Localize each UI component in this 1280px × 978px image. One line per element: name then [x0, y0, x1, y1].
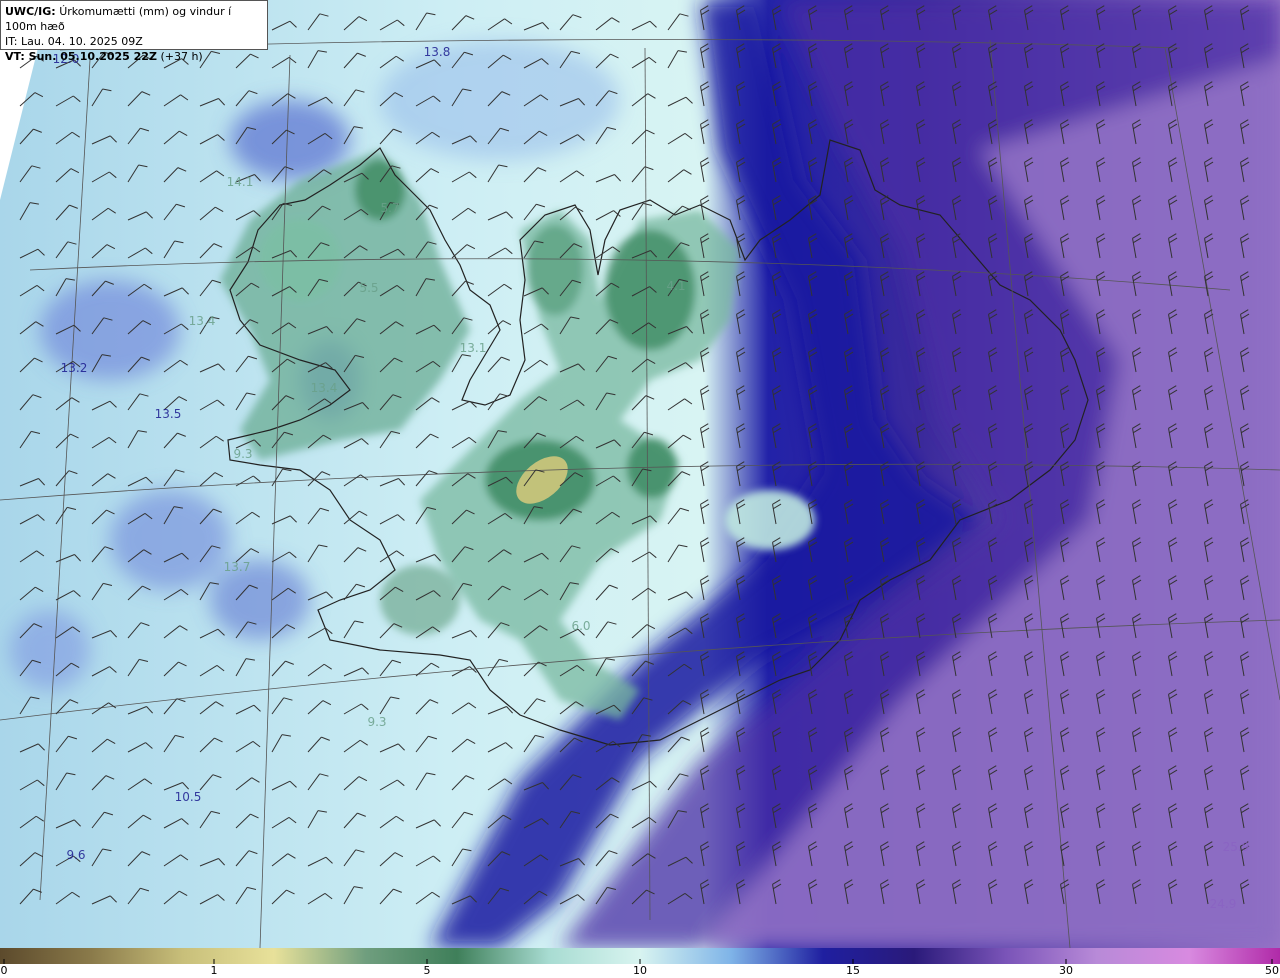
colorbar-tick-label: 0	[0, 964, 8, 977]
point-value-label: 10.5	[175, 790, 202, 804]
point-value-label: 13.8	[424, 45, 451, 59]
colorbar: 0 1 5 10 15 30 50	[0, 948, 1280, 978]
point-value-label: 24.9	[1210, 897, 1237, 911]
colorbar-tick-label: 5	[423, 964, 431, 977]
model-name: UWC/IG:	[5, 5, 56, 18]
point-value-label: 13.7	[224, 560, 251, 574]
point-value-label: 14.1	[227, 175, 254, 189]
precipitation-wind-map: 13.8 12.0 14.1 5.7 5.5 4.1 13.4 13.2 13.4 13.1 13.…	[0, 0, 1280, 949]
valid-time-line: VT: Sun. 05.10.2025 22Z (+37 h)	[5, 49, 263, 64]
point-value-label: 13.2	[61, 361, 88, 375]
forecast-hour: (+37 h)	[160, 50, 203, 63]
valid-time: VT: Sun. 05.10.2025 22Z	[5, 50, 157, 63]
colorbar-tick-label: 10	[633, 964, 647, 977]
point-value-label: 9.3	[367, 715, 386, 729]
title-line: UWC/IG: Úrkomumætti (mm) og vindur í 100…	[5, 4, 263, 34]
point-value-label: 9.3	[233, 447, 252, 461]
point-value-label: 5.5	[359, 281, 378, 295]
point-value-label: 9.6	[66, 848, 85, 862]
map-svg: 13.812.014.15.75.5 4.113.413.213.413.113.…	[0, 0, 1280, 949]
point-value-label: 4.1	[666, 279, 685, 293]
point-value-label: 13.4	[189, 314, 216, 328]
point-value-label: 5.7	[380, 201, 399, 215]
colorbar-tick-label: 30	[1059, 964, 1073, 977]
point-value-label: 13.1	[460, 341, 487, 355]
colorbar-tick-label: 1	[210, 964, 218, 977]
point-value-label: 13.4	[311, 381, 338, 395]
point-value-label: 13.5	[155, 407, 182, 421]
map-info-box: UWC/IG: Úrkomumætti (mm) og vindur í 100…	[0, 0, 268, 63]
point-value-label: 25.9	[1223, 840, 1250, 854]
colorbar-tick-label: 15	[846, 964, 860, 977]
point-value-label: 6.0	[571, 619, 590, 633]
colorbar-tick-label: 50	[1265, 964, 1279, 977]
colorbar-gradient	[0, 948, 1280, 964]
init-time: IT: Lau. 04. 10. 2025 09Z	[5, 35, 143, 48]
